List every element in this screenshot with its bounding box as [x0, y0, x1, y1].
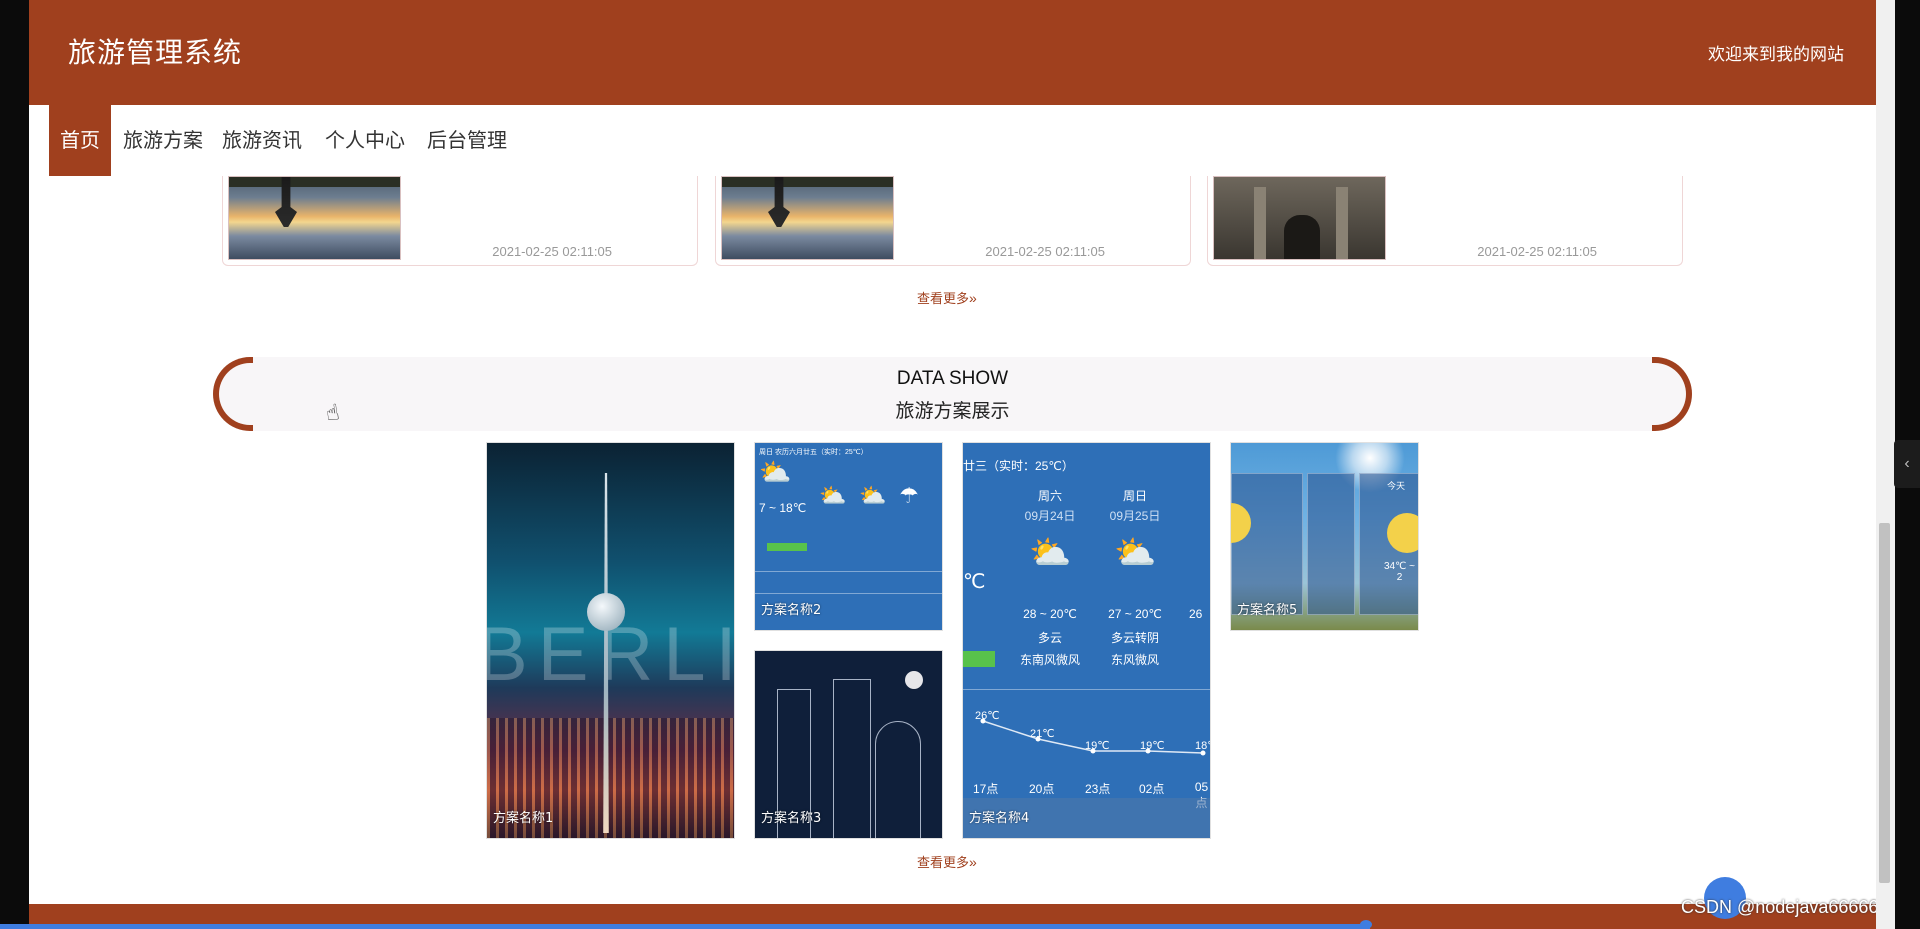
partly-cloudy-icon: ⛅	[759, 457, 792, 487]
day-date: 09月25日	[1109, 509, 1161, 523]
wind-info: 东南风微风	[1019, 653, 1080, 667]
chart-gridline	[755, 593, 942, 594]
nav-item-personal-center[interactable]: 个人中心	[325, 105, 405, 176]
plan-tile-2[interactable]: 周日 农历六月廿五（实时：25℃） ⛅ ⛅ ⛅ ☂ 7 ~ 18℃ 方案名称2	[754, 442, 943, 631]
temp-range-partial: 26	[1189, 607, 1203, 621]
rain-cloud-icon: ☂	[899, 483, 919, 508]
hour-label: 17点	[973, 782, 999, 796]
nav-item-home[interactable]: 首页	[49, 105, 111, 176]
site-header: 旅游管理系统 欢迎来到我的网站	[29, 0, 1876, 105]
section-title-en: DATA SHOW	[896, 368, 1009, 389]
weather-condition: 多云转阴	[1110, 631, 1159, 645]
plan-name: 方案名称4	[969, 811, 1030, 826]
partly-cloudy-icon: ⛅	[1029, 534, 1072, 572]
news-date: 2021-02-25 02:11:05	[492, 244, 612, 259]
site-title[interactable]: 旅游管理系统	[68, 31, 242, 71]
air-quality-badge	[767, 543, 807, 551]
view-more-label: 查看更多	[917, 855, 970, 870]
hour-temp: 19℃	[1085, 740, 1110, 752]
screen-edge-left	[0, 0, 29, 929]
plan-name: 方案名称1	[493, 811, 554, 826]
partly-cloudy-icon: ⛅	[859, 483, 887, 508]
moon-shape	[905, 671, 923, 689]
plans-view-more-link[interactable]: 查看更多»	[917, 852, 977, 871]
plan-tile-4[interactable]: 廿三（实时：25℃） ℃ 周六 09月24日 ⛅ 28 ~ 20℃ 多云 东南风…	[962, 442, 1211, 839]
hour-temp: 26℃	[975, 710, 1000, 722]
phone-screen-left	[1231, 473, 1303, 615]
news-date: 2021-02-25 02:11:05	[985, 244, 1105, 259]
temp-range: 28 ~ 20℃	[1023, 607, 1077, 621]
nav-item-travel-plans[interactable]: 旅游方案	[123, 105, 203, 176]
sun-disc	[1387, 513, 1418, 553]
double-chevron-right-icon: »	[969, 854, 977, 870]
weather-condition: 多云	[1037, 631, 1062, 645]
watermark-text: CSDN @nodejava666666	[1681, 897, 1889, 917]
day-date: 09月24日	[1024, 509, 1076, 523]
scrollbar-thumb[interactable]	[1879, 523, 1890, 883]
plan-tile-5[interactable]: 今天 34℃ ~ 2 方案名称5	[1230, 442, 1419, 631]
progress-handle[interactable]	[1360, 920, 1372, 929]
day-name: 周日	[1122, 489, 1147, 503]
main-nav: 首页 旅游方案 旅游资讯 个人中心 后台管理	[29, 105, 1876, 176]
chevron-left-icon[interactable]: ‹	[1894, 440, 1920, 488]
bridge-arc	[875, 721, 921, 838]
weather-app-temp: 34℃ ~ 2	[1384, 561, 1415, 583]
weather-temp: 7 ~ 18℃	[759, 501, 807, 515]
temperature-line-chart	[980, 718, 1206, 756]
welcome-text: 欢迎来到我的网站	[1708, 45, 1844, 65]
current-temp-fragment: ℃	[963, 571, 986, 593]
weather-header: 周日 农历六月廿五（实时：25℃）	[759, 449, 868, 456]
news-thumbnail[interactable]	[1213, 176, 1386, 260]
plan-name: 方案名称3	[761, 811, 822, 826]
news-date: 2021-02-25 02:11:05	[1477, 244, 1597, 259]
news-thumbnail[interactable]	[721, 176, 894, 260]
building-outline	[833, 679, 871, 838]
nav-item-admin[interactable]: 后台管理	[427, 105, 507, 176]
partly-cloudy-icon: ⛅	[1114, 534, 1157, 572]
page-progress-bar	[0, 924, 1370, 929]
plan-tile-3[interactable]: 方案名称3	[754, 650, 943, 839]
partly-cloudy-icon: ⛅	[819, 483, 847, 508]
phone-screen-middle	[1307, 473, 1355, 615]
weather-today-label: 今天	[1387, 481, 1406, 491]
air-quality-badge	[963, 651, 995, 667]
hour-label: 02点	[1139, 782, 1165, 796]
hour-label: 20点	[1029, 782, 1055, 796]
weather-header: 廿三（实时：25℃）	[963, 459, 1074, 473]
plan-tile-1[interactable]: BERLIN 方案名称1	[486, 442, 735, 839]
view-more-label: 查看更多	[917, 291, 970, 306]
plan-name: 方案名称5	[1237, 603, 1298, 618]
nav-item-travel-news[interactable]: 旅游资讯	[222, 105, 302, 176]
chart-gridline	[963, 689, 1210, 690]
section-title-cn: 旅游方案展示	[895, 400, 1010, 422]
hour-temp: 19℃	[1140, 740, 1165, 752]
double-chevron-right-icon: »	[969, 290, 977, 306]
chart-gridline	[755, 571, 942, 572]
hour-temp: 21℃	[1030, 728, 1055, 740]
hour-label: 23点	[1085, 782, 1111, 796]
hour-temp: 18℃	[1195, 740, 1210, 752]
temp-range: 27 ~ 20℃	[1108, 607, 1162, 621]
day-name: 周六	[1037, 489, 1062, 503]
news-view-more-link[interactable]: 查看更多»	[917, 288, 977, 307]
plan-name: 方案名称2	[761, 603, 822, 618]
news-thumbnail[interactable]	[228, 176, 401, 260]
wind-info: 东风微风	[1110, 653, 1159, 667]
tv-tower-sphere	[587, 593, 625, 631]
